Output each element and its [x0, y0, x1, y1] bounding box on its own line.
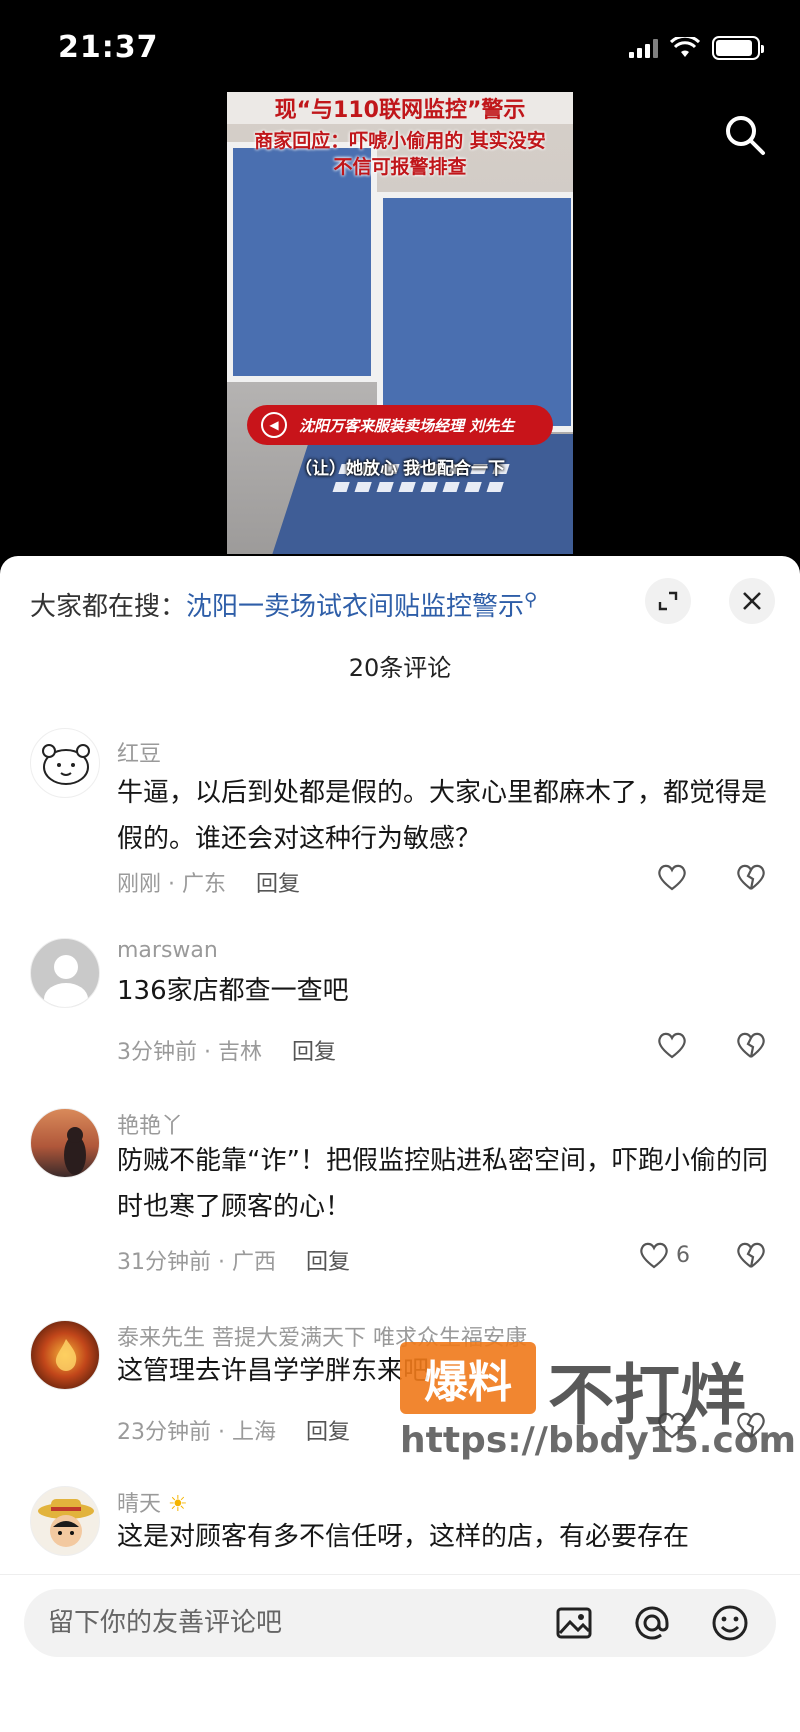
- comment-time-location: 3分钟前 · 吉林: [117, 1040, 262, 1065]
- comment-meta: 3分钟前 · 吉林 回复: [117, 1034, 336, 1066]
- battery-icon: [712, 36, 764, 60]
- comment-input[interactable]: [48, 1589, 548, 1657]
- comment-item: 艳艳丫 防贼不能靠“诈”！把假监控贴进私密空间，吓跑小偷的同时也寒了顾客的心！ …: [0, 1108, 800, 1308]
- heart-icon: [658, 864, 686, 891]
- close-icon: [743, 592, 761, 610]
- avatar[interactable]: [30, 728, 100, 798]
- image-icon[interactable]: [554, 1603, 594, 1643]
- heart-icon: [640, 1242, 668, 1269]
- comment-meta: 23分钟前 · 上海 回复: [117, 1414, 350, 1446]
- comment-count: 20条评论: [348, 654, 452, 682]
- speaker-icon: ◀: [261, 412, 287, 438]
- reply-button[interactable]: 回复: [306, 1420, 350, 1445]
- comment-time-location: 31分钟前 · 广西: [117, 1250, 276, 1275]
- comment-text: 136家店都查一查吧: [117, 976, 349, 1006]
- like-button[interactable]: [656, 862, 694, 892]
- expand-icon: [658, 591, 678, 611]
- anime-straw-hat-avatar-icon: [38, 1499, 94, 1547]
- like-button[interactable]: [656, 1030, 694, 1060]
- comment-username[interactable]: 红豆: [117, 736, 161, 768]
- comment-sheet: 大家都在搜：沈阳一卖场试衣间贴监控警示⚲ 20条评论 红豆 牛逼，以后到处都是假…: [0, 556, 800, 1732]
- watermark-badge: 爆料: [400, 1342, 536, 1414]
- emoji-icon[interactable]: [710, 1603, 750, 1643]
- comment-time-location: 23分钟前 · 上海: [117, 1420, 276, 1445]
- like-count: 6: [676, 1242, 690, 1268]
- video-basket: [262, 434, 573, 554]
- broken-heart-icon[interactable]: [735, 1030, 767, 1060]
- fire-avatar-icon: [55, 1339, 77, 1371]
- small-search-icon: ⚲: [524, 589, 538, 611]
- watermark-url: https://bbdy15.com: [400, 1420, 797, 1461]
- comment-time-location: 刚刚 · 广东: [117, 872, 226, 897]
- search-suggestion-keyword[interactable]: 沈阳一卖场试衣间贴监控警示: [186, 592, 524, 622]
- video-caption: 商家回应：吓唬小偷用的 其实没安 不信可报警排查: [227, 128, 573, 180]
- video-caption-line1: 商家回应：吓唬小偷用的 其实没安: [254, 130, 546, 152]
- comment-username[interactable]: 艳艳丫: [117, 1108, 183, 1140]
- broken-heart-icon[interactable]: [735, 1240, 767, 1270]
- cellular-signal-icon: [629, 38, 658, 58]
- heart-icon: [658, 1032, 686, 1059]
- avatar[interactable]: [30, 1108, 100, 1178]
- reply-button[interactable]: 回复: [256, 872, 300, 897]
- comment-text: 这是对顾客有多不信任呀，这样的店，有必要存在: [117, 1522, 690, 1552]
- comment-meta: 刚刚 · 广东 回复: [117, 866, 300, 898]
- video-caption-top: 现“与110联网监控”警示: [227, 92, 573, 124]
- comment-text: 牛逼，以后到处都是假的。大家心里都麻木了，都觉得是假的。谁还会对这种行为敏感？: [117, 778, 768, 854]
- wifi-icon: [670, 37, 700, 57]
- comment-meta: 31分钟前 · 广西 回复: [117, 1244, 350, 1276]
- comment-item: 晴天 ☀ 这是对顾客有多不信任呀，这样的店，有必要存在: [0, 1486, 800, 1586]
- video-shelf-right: [377, 192, 573, 432]
- status-icons: [629, 36, 764, 60]
- expand-button[interactable]: [645, 578, 691, 624]
- like-button[interactable]: 6: [638, 1240, 690, 1270]
- video-subtitle: （让）她放心 我也配合一下: [295, 459, 505, 479]
- comment-username[interactable]: marswan: [117, 938, 218, 963]
- search-icon[interactable]: [722, 112, 768, 158]
- broken-heart-icon[interactable]: [735, 862, 767, 892]
- status-bar: 21:37: [0, 0, 800, 100]
- comment-item: marswan 136家店都查一查吧 3分钟前 · 吉林 回复: [0, 938, 800, 1098]
- comment-input-bar: [0, 1574, 800, 1732]
- reply-button[interactable]: 回复: [306, 1250, 350, 1275]
- comment-text: 防贼不能靠“诈”！把假监控贴进私密空间，吓跑小偷的同时也寒了顾客的心！: [117, 1146, 768, 1222]
- mention-icon[interactable]: [632, 1603, 672, 1643]
- default-user-avatar-icon: [44, 955, 88, 1007]
- speaker-badge-text: 沈阳万客来服装卖场经理 刘先生: [299, 416, 515, 435]
- comment-input-container[interactable]: [24, 1589, 776, 1657]
- avatar[interactable]: [30, 1486, 100, 1556]
- close-button[interactable]: [729, 578, 775, 624]
- comment-item: 红豆 牛逼，以后到处都是假的。大家心里都麻木了，都觉得是假的。谁还会对这种行为敏…: [0, 728, 800, 928]
- sunset-portrait-avatar-icon: [64, 1127, 86, 1175]
- video-caption-line2: 不信可报警排查: [333, 156, 467, 178]
- video-speaker-badge: ◀ 沈阳万客来服装卖场经理 刘先生: [247, 405, 553, 445]
- avatar[interactable]: [30, 938, 100, 1008]
- reply-button[interactable]: 回复: [292, 1040, 336, 1065]
- video-player[interactable]: 现“与110联网监控”警示 商家回应：吓唬小偷用的 其实没安 不信可报警排查 ◀…: [227, 92, 573, 554]
- search-suggestion-prefix: 大家都在搜：: [30, 592, 187, 622]
- cartoon-bear-avatar-icon: [42, 744, 90, 785]
- status-time: 21:37: [58, 30, 159, 65]
- search-suggestion[interactable]: 大家都在搜：沈阳一卖场试衣间贴监控警示⚲: [30, 586, 537, 623]
- avatar[interactable]: [30, 1320, 100, 1390]
